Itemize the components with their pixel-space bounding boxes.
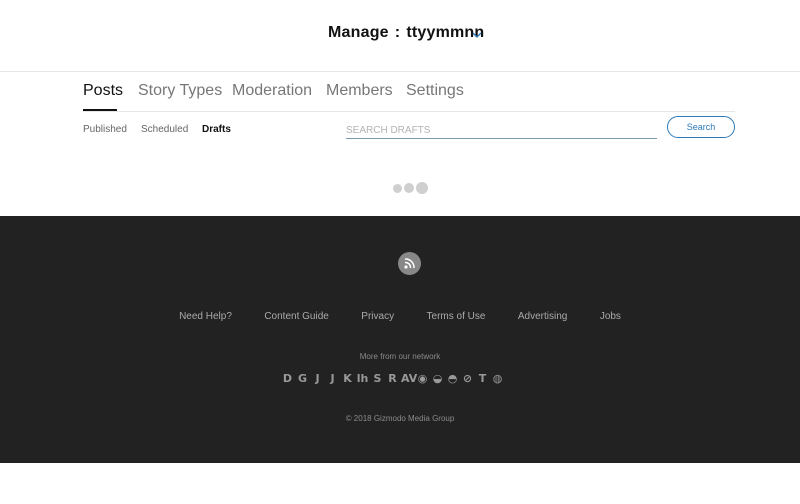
main-tabs: Posts Story Types Moderation Members Set… <box>83 72 735 112</box>
network-icons: D G J J Klh S R AV◉ ◒ ◓ ⊘ T ◍ <box>281 369 506 386</box>
the-root-logo-icon[interactable]: R <box>386 372 399 386</box>
footer-link-terms[interactable]: Terms of Use <box>427 311 486 322</box>
the-takeout-logo-icon[interactable]: T <box>476 372 489 386</box>
inventory-logo-icon[interactable]: ◓ <box>446 372 459 386</box>
gizmodo-logo-icon[interactable]: G <box>296 372 309 386</box>
subtab-published[interactable]: Published <box>83 124 127 135</box>
splinter-logo-icon[interactable]: S <box>371 372 384 386</box>
tab-story-types[interactable]: Story Types <box>138 82 222 100</box>
footer-link-content-guide[interactable]: Content Guide <box>264 311 329 322</box>
the-slot-logo-icon[interactable]: ◍ <box>491 372 504 386</box>
copyright: © 2018 Gizmodo Media Group <box>345 414 455 423</box>
chevron-down-icon[interactable] <box>472 31 482 39</box>
footer-link-jobs[interactable]: Jobs <box>600 311 621 322</box>
tab-settings[interactable]: Settings <box>406 82 464 100</box>
subtab-drafts[interactable]: Drafts <box>202 124 231 135</box>
blog-selector[interactable]: Manage: ttyymmnn <box>328 24 484 42</box>
loading-dot-icon <box>404 183 414 193</box>
footer-link-advertising[interactable]: Advertising <box>518 311 567 322</box>
jezebel-logo-icon[interactable]: J <box>326 372 339 386</box>
clickhole-logo-icon[interactable]: ◒ <box>431 372 444 386</box>
manage-separator: : <box>394 24 401 41</box>
search-input[interactable] <box>346 122 657 139</box>
tab-moderation[interactable]: Moderation <box>232 82 312 100</box>
earther-logo-icon[interactable]: ⊘ <box>461 372 474 386</box>
jalopnik-logo-icon[interactable]: J <box>311 372 324 386</box>
rss-icon[interactable] <box>398 252 421 275</box>
loading-dot-icon <box>416 182 428 194</box>
page-header: Manage: ttyymmnn <box>0 0 800 72</box>
network-label: More from our network <box>359 352 441 361</box>
av-club-logo-icon[interactable]: AV <box>401 372 417 386</box>
loading-dot-icon <box>393 184 402 193</box>
search-button[interactable]: Search <box>667 116 735 138</box>
footer-links: Need Help? Content Guide Privacy Terms o… <box>0 306 800 324</box>
page-footer: Need Help? Content Guide Privacy Terms o… <box>0 216 800 463</box>
active-tab-indicator <box>83 109 117 111</box>
subtab-scheduled[interactable]: Scheduled <box>141 124 188 135</box>
lifehacker-logo-icon[interactable]: lh <box>356 372 369 386</box>
tab-posts[interactable]: Posts <box>83 82 123 100</box>
tab-members[interactable]: Members <box>326 82 393 100</box>
footer-link-privacy[interactable]: Privacy <box>361 311 394 322</box>
footer-link-help[interactable]: Need Help? <box>179 311 232 322</box>
deadspin-logo-icon[interactable]: D <box>281 372 294 386</box>
manage-label: Manage <box>328 24 389 41</box>
onion-logo-icon[interactable]: ◉ <box>416 372 429 386</box>
kotaku-logo-icon[interactable]: K <box>341 372 354 386</box>
